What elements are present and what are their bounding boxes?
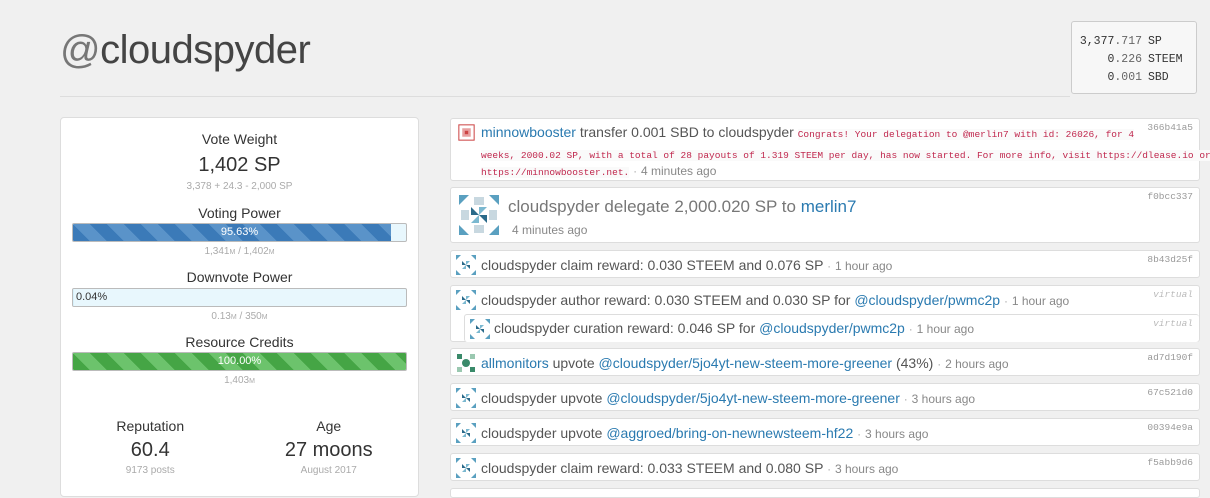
cloudspyder-avatar-icon[interactable] xyxy=(470,319,490,339)
resource-credits-detail: 1,403M xyxy=(61,375,418,386)
vote-weight-detail: 3,378 + 24.3 - 2,000 SP xyxy=(61,181,418,192)
vote-weight-label: Vote Weight xyxy=(61,131,418,147)
post-link[interactable]: @cloudspyder/5jo4yt-new-steem-more-green… xyxy=(606,390,900,406)
tx-id[interactable]: f5abb9d6 xyxy=(1147,457,1193,468)
downvote-power-bar: 0.04% xyxy=(72,288,407,307)
cloudspyder-avatar-icon[interactable] xyxy=(456,255,476,275)
cloudspyder-avatar-icon[interactable] xyxy=(456,388,476,408)
cloudspyder-avatar-icon[interactable] xyxy=(459,195,499,235)
tx-id: virtual xyxy=(1153,318,1193,329)
tx-id[interactable]: 00394e9a xyxy=(1147,422,1193,433)
reputation-label: Reputation xyxy=(61,418,240,434)
voting-power-text: 95.63% xyxy=(73,224,406,241)
balance-steem: 0.226STEEM xyxy=(1072,51,1196,69)
voting-power-bar: 95.63% xyxy=(72,223,407,242)
feed-actor[interactable]: cloudspyder xyxy=(508,197,600,216)
feed-actor[interactable]: cloudspyder xyxy=(481,257,557,273)
downvote-power-text: 0.04% xyxy=(73,289,406,306)
balances-box: 3,377.717SP 0.226STEEM 0.001SBD xyxy=(1071,21,1197,94)
tx-id[interactable]: 67c521d0 xyxy=(1147,387,1193,398)
minnowbooster-avatar-icon[interactable] xyxy=(458,124,475,141)
tx-id[interactable]: ad7d190f xyxy=(1147,352,1193,363)
resource-credits-bar: 100.00% xyxy=(72,352,407,371)
feed-time: 1 hour ago xyxy=(1012,294,1069,308)
feed-time: 3 hours ago xyxy=(865,427,928,441)
feed-item-upvote: allmonitors upvote @cloudspyder/5jo4yt-n… xyxy=(450,348,1200,376)
page-title: @cloudspyder xyxy=(60,28,310,73)
feed-time: 3 hours ago xyxy=(835,462,898,476)
account-stats-panel: Vote Weight 1,402 SP 3,378 + 24.3 - 2,00… xyxy=(60,117,419,497)
feed-item-claim: cloudspyder claim reward: 0.033 STEEM an… xyxy=(450,453,1200,481)
feed-item-author-reward: cloudspyder author reward: 0.030 STEEM a… xyxy=(450,285,1200,342)
post-link[interactable]: @cloudspyder/pwmc2p xyxy=(759,320,905,336)
resource-credits-text: 100.00% xyxy=(73,353,406,370)
cloudspyder-avatar-icon[interactable] xyxy=(456,423,476,443)
allmonitors-avatar-icon[interactable] xyxy=(456,353,476,373)
feed-actor-link[interactable]: allmonitors xyxy=(481,355,549,371)
divider xyxy=(60,96,1070,97)
feed-item-delegate: cloudspyder delegate 2,000.020 SP to mer… xyxy=(450,187,1200,243)
feed-actor[interactable]: cloudspyder xyxy=(481,460,557,476)
reputation-detail: 9173 posts xyxy=(61,465,240,476)
feed-actor[interactable]: cloudspyder xyxy=(494,320,570,336)
age-label: Age xyxy=(240,418,419,434)
downvote-power-detail: 0.13M / 350M xyxy=(61,311,418,322)
voting-power-label: Voting Power xyxy=(61,205,418,221)
feed-item-upvote: cloudspyder upvote @aggroed/bring-on-new… xyxy=(450,418,1200,446)
voting-power-detail: 1,341M / 1,402M xyxy=(61,246,418,257)
feed-actor[interactable]: cloudspyder xyxy=(481,425,557,441)
feed-actor-link[interactable]: minnowbooster xyxy=(481,124,576,140)
feed-actor[interactable]: cloudspyder xyxy=(481,390,557,406)
downvote-power-label: Downvote Power xyxy=(61,269,418,285)
feed-time: 4 minutes ago xyxy=(641,164,716,178)
reputation-block: Reputation 60.4 9173 posts xyxy=(61,418,240,476)
feed-item-curation-reward: cloudspyder curation reward: 0.046 SP fo… xyxy=(464,314,1199,342)
feed-time: 3 hours ago xyxy=(912,392,975,406)
balance-sbd: 0.001SBD xyxy=(1072,69,1196,87)
resource-credits-label: Resource Credits xyxy=(61,334,418,350)
feed-item-partial xyxy=(450,488,1200,498)
age-value: 27 moons xyxy=(240,439,419,462)
age-block: Age 27 moons August 2017 xyxy=(240,418,419,476)
tx-id[interactable]: f0bcc337 xyxy=(1147,191,1193,202)
transfer-memo: Congrats! Your delegation to @merlin7 wi… xyxy=(798,129,1134,140)
tx-id[interactable]: 8b43d25f xyxy=(1147,254,1193,265)
reputation-value: 60.4 xyxy=(61,439,240,462)
tx-id: virtual xyxy=(1153,289,1193,300)
balance-sp: 3,377.717SP xyxy=(1072,33,1196,51)
delegatee-link[interactable]: merlin7 xyxy=(801,197,857,216)
cloudspyder-avatar-icon[interactable] xyxy=(456,458,476,478)
feed-item-claim: cloudspyder claim reward: 0.030 STEEM an… xyxy=(450,250,1200,278)
feed-actor[interactable]: cloudspyder xyxy=(481,292,557,308)
post-link[interactable]: @aggroed/bring-on-newnewsteem-hf22 xyxy=(606,425,853,441)
post-link[interactable]: @cloudspyder/pwmc2p xyxy=(854,292,1000,308)
age-detail: August 2017 xyxy=(240,465,419,476)
feed-time: 2 hours ago xyxy=(945,357,1008,371)
feed-time: 4 minutes ago xyxy=(512,223,587,237)
post-link[interactable]: @cloudspyder/5jo4yt-new-steem-more-green… xyxy=(599,355,893,371)
vote-weight-value: 1,402 SP xyxy=(61,154,418,177)
feed-time: 1 hour ago xyxy=(917,322,974,336)
feed-item-transfer: minnowbooster transfer 0.001 SBD to clou… xyxy=(450,118,1200,181)
tx-id[interactable]: 366b41a5 xyxy=(1147,122,1193,133)
feed-item-upvote: cloudspyder upvote @cloudspyder/5jo4yt-n… xyxy=(450,383,1200,411)
cloudspyder-avatar-icon[interactable] xyxy=(456,290,476,310)
feed-time: 1 hour ago xyxy=(835,259,892,273)
